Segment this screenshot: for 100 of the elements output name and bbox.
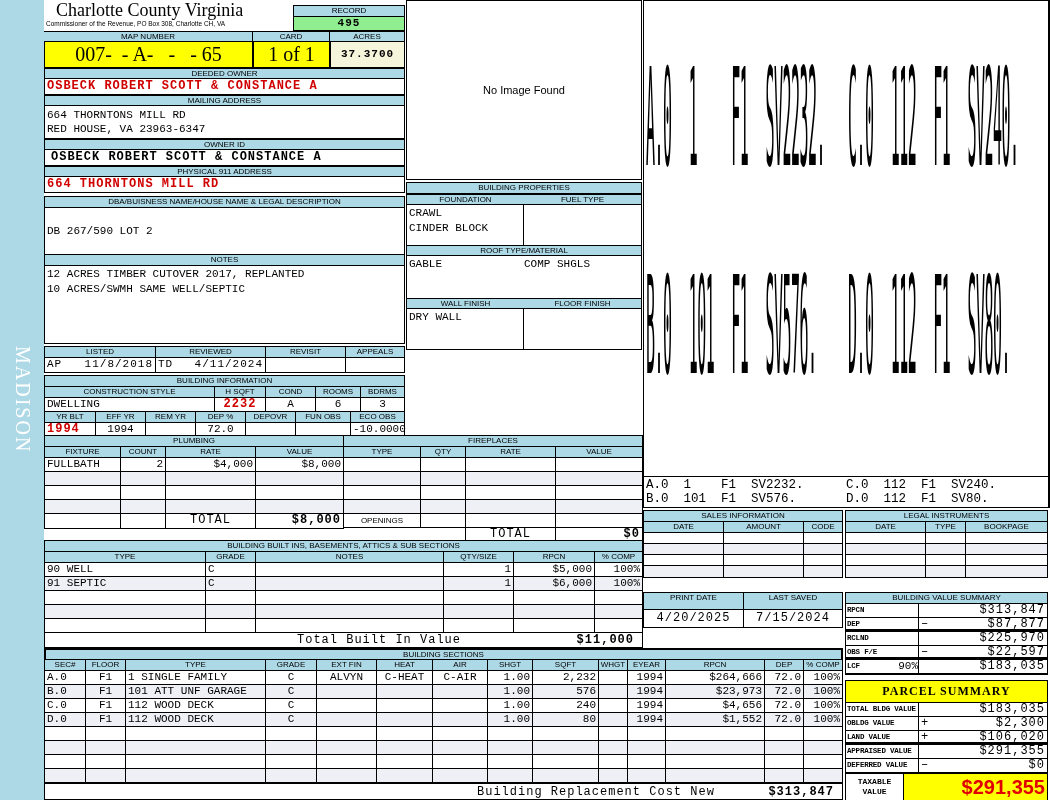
- sign-text: –: [921, 646, 930, 659]
- column-header: SEC#: [45, 660, 86, 670]
- table-cell: C: [206, 577, 256, 590]
- date-text: 4/11/2024: [194, 358, 263, 372]
- column-header: BOOKPAGE: [966, 522, 1047, 532]
- table-cell: TOTAL: [166, 514, 256, 528]
- legend-entry: B.0 101 F1 SV576.: [646, 492, 798, 506]
- column-header: DEP %: [196, 412, 246, 422]
- table-cell: 1994: [628, 671, 666, 684]
- table-cell: C-AIR: [433, 671, 488, 684]
- table-cell: 112 WOOD DECK: [126, 699, 266, 712]
- field-label: MAILING ADDRESS: [44, 95, 405, 106]
- table-cell: 2: [121, 458, 166, 471]
- column-header: COND: [266, 387, 316, 397]
- column-header: APPEALS: [346, 347, 404, 357]
- section-title: SALES INFORMATION: [644, 511, 842, 522]
- column-header: HEAT: [377, 660, 433, 670]
- field-label: NOTES: [45, 255, 404, 266]
- column-header: % COMP: [595, 552, 642, 562]
- field-label: DEEDED OWNER: [44, 68, 405, 79]
- table-cell-text: 100%: [812, 685, 841, 698]
- date-text: 11/8/2018: [84, 358, 153, 372]
- column-header: VALUE: [256, 447, 343, 457]
- section-title: BUILDING INFORMATION: [45, 376, 404, 387]
- wall-finish: DRY WALL: [409, 310, 463, 325]
- table-cell: 240: [533, 699, 599, 712]
- column-header: LISTED: [45, 347, 156, 357]
- column-header: REVIEWED: [156, 347, 266, 357]
- field-label: ROOF TYPE/MATERIAL: [407, 245, 641, 256]
- value-text: $313,847: [979, 604, 1045, 617]
- table-cell: 72.0: [765, 685, 804, 698]
- table-cell-text: 3: [378, 398, 387, 411]
- value-text: $291,355: [979, 745, 1045, 758]
- roof-type: GABLE: [409, 257, 443, 272]
- table-cell: F1: [86, 671, 126, 684]
- table-cell: B.0: [45, 685, 86, 698]
- table-cell-text: -10.0000: [352, 423, 407, 437]
- table-cell: 1.00: [488, 685, 533, 698]
- total-value: $11,000: [575, 633, 635, 647]
- value-text: $0: [1028, 759, 1045, 772]
- summary-title: PARCEL SUMMARY: [846, 681, 1047, 703]
- sign-text: –: [921, 759, 930, 772]
- column-header: DEPOVR: [246, 412, 296, 422]
- column-header: DEP: [765, 660, 804, 670]
- table-cell: $6,000: [514, 577, 595, 590]
- county-title: Charlotte County Virginia: [55, 0, 245, 20]
- table-cell-text: $8,000: [300, 458, 342, 471]
- field-label: FOUNDATION: [407, 194, 524, 205]
- district-label: MADISON: [10, 346, 34, 454]
- table-cell: C: [266, 685, 317, 698]
- field-label: PHYSICAL 911 ADDRESS: [44, 166, 405, 177]
- table-cell: C.0: [45, 699, 86, 712]
- table-cell: 101 ATT UNF GARAGE: [126, 685, 266, 698]
- table-cell: C-HEAT: [377, 671, 433, 684]
- table-cell: DWELLING: [45, 398, 215, 411]
- value-text: $22,597: [987, 646, 1045, 659]
- foundation-value: CINDER BLOCK: [409, 221, 490, 236]
- column-header: EFF YR: [96, 412, 146, 422]
- value-text: $87,877: [987, 618, 1045, 631]
- table-cell: C: [266, 713, 317, 726]
- acres-value: 37.3700: [330, 42, 405, 68]
- column-header: RPCN: [514, 552, 595, 562]
- total-value: $313,847: [767, 784, 835, 799]
- table-cell: F1: [86, 699, 126, 712]
- column-header: QTY/SIZE: [444, 552, 514, 562]
- table-cell: 1.00: [488, 699, 533, 712]
- field-label: WALL FINISH: [407, 298, 524, 309]
- table-cell: D.0: [45, 713, 86, 726]
- field-label: OPENINGS: [344, 514, 421, 527]
- section-title: BUILDING BUILT INS, BASEMENTS, ATTICS & SUB SECTIONS: [45, 541, 642, 552]
- table-cell-text: 7/15/2024: [755, 610, 831, 627]
- table-cell: 1: [444, 563, 514, 576]
- column-header: VALUE: [556, 447, 642, 457]
- column-header: FUN OBS: [296, 412, 351, 422]
- table-cell: 1.00: [488, 713, 533, 726]
- table-cell: $1,552: [666, 713, 765, 726]
- table-cell: 72.0: [765, 671, 804, 684]
- table-cell: $4,000: [166, 458, 256, 471]
- note-line: 10 ACRES/SWMH SAME WELL/SEPTIC: [47, 282, 247, 297]
- field-label: DBA/BUISNESS NAME/HOUSE NAME & LEGAL DESCRIPTION: [45, 197, 404, 208]
- table-cell: 6: [316, 398, 361, 411]
- table-cell: A.0: [45, 671, 86, 684]
- table-cell: C: [266, 699, 317, 712]
- column-header: REM YR: [146, 412, 196, 422]
- section-title: BUILDING VALUE SUMMARY: [846, 593, 1047, 604]
- table-cell: $4,656: [666, 699, 765, 712]
- field-label: OWNER ID: [44, 139, 405, 150]
- reviewer-code: TD: [158, 358, 174, 372]
- table-cell: 4/20/2025: [644, 610, 744, 627]
- column-header: NOTES: [256, 552, 444, 562]
- column-header: DATE: [644, 522, 724, 532]
- column-header: FIXTURE: [45, 447, 121, 457]
- table-cell: F1: [86, 713, 126, 726]
- table-cell: 1 SINGLE FAMILY: [126, 671, 266, 684]
- table-cell: 1994: [628, 713, 666, 726]
- column-header: GRADE: [266, 660, 317, 670]
- sketch-label: D.0 112 F1 SV80.: [847, 264, 1011, 400]
- table-cell: 91 SEPTIC: [45, 577, 206, 590]
- column-header: RATE: [166, 447, 256, 457]
- table-cell-text: $0: [622, 528, 641, 542]
